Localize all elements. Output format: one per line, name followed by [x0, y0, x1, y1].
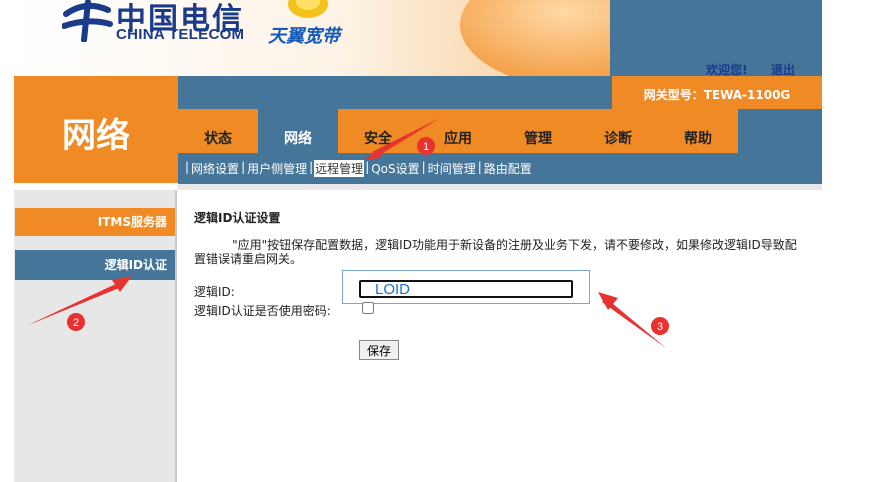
subnav-remote-management[interactable]: 远程管理	[314, 160, 365, 177]
tab-help[interactable]: 帮助	[658, 109, 738, 153]
tab-application[interactable]: 应用	[418, 109, 498, 153]
sidebar-item-itms[interactable]: ITMS服务器	[15, 208, 177, 236]
tab-network[interactable]: 网络	[258, 109, 338, 153]
page-description: "应用"按钮保存配置数据，逻辑ID功能用于新设备的注册及业务下发，请不要修改，如…	[194, 238, 797, 266]
content-divider	[175, 190, 177, 482]
save-button[interactable]: 保存	[359, 340, 399, 360]
sub-nav: | 网络设置 | 用户侧管理 | 远程管理 | QoS设置 | 时间管理 | 路…	[178, 153, 822, 184]
page-title: 逻辑ID认证设置	[194, 211, 281, 225]
sidebar-item-loid[interactable]: 逻辑ID认证	[15, 250, 177, 280]
marker-3: 3	[651, 317, 669, 335]
subnav-routing[interactable]: 路由配置	[483, 160, 533, 177]
use-password-checkbox[interactable]	[362, 302, 374, 314]
subnav-qos[interactable]: QoS设置	[370, 160, 420, 177]
section-title: 网络	[62, 116, 130, 156]
tianyi-brand-text: 天翼宽带	[268, 26, 340, 47]
tab-status[interactable]: 状态	[178, 109, 258, 153]
subnav-user-side[interactable]: 用户侧管理	[246, 160, 308, 177]
tab-management[interactable]: 管理	[498, 109, 578, 153]
loid-label: 逻辑ID:	[194, 285, 235, 299]
arrow-3-icon	[598, 292, 666, 348]
subnav-network-settings[interactable]: 网络设置	[190, 160, 240, 177]
gateway-model: 网关型号：TEWA-1100G	[643, 88, 791, 102]
tab-filler	[738, 109, 822, 153]
loid-input[interactable]	[359, 280, 573, 298]
tab-diagnostics[interactable]: 诊断	[578, 109, 658, 153]
subnav-time[interactable]: 时间管理	[427, 160, 477, 177]
marker-3-label: 3	[657, 321, 663, 333]
logo-en-text: CHINA TELECOM	[116, 26, 245, 43]
password-option-label: 逻辑ID认证是否使用密码:	[194, 304, 331, 318]
subnav-divider	[178, 184, 822, 190]
tab-security[interactable]: 安全	[338, 109, 418, 153]
